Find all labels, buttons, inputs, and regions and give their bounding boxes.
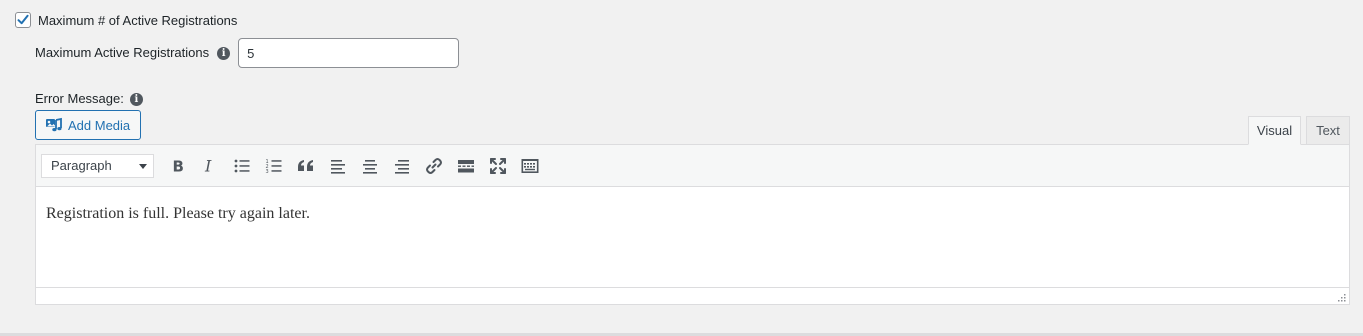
max-active-registrations-checkbox[interactable] [15, 12, 31, 28]
chevron-down-icon [139, 163, 147, 169]
editor-content[interactable]: Registration is full. Please try again l… [36, 187, 1349, 287]
align-center-icon [363, 159, 377, 174]
tab-text[interactable]: Text [1306, 116, 1350, 145]
align-center-button[interactable] [354, 151, 386, 181]
error-message-label-row: Error Message: i [35, 90, 143, 108]
editor-statusbar [36, 287, 1349, 304]
numbered-list-button[interactable]: 1 2 3 [258, 151, 290, 181]
add-media-button[interactable]: Add Media [35, 110, 142, 140]
max-registrations-field-row: Maximum Active Registrations i [35, 38, 460, 68]
format-select-value: Paragraph [51, 158, 112, 173]
checkmark-icon [17, 14, 29, 25]
align-left-button[interactable] [322, 151, 354, 181]
italic-icon: I [204, 156, 212, 175]
editor-toolbar: Paragraph B I 1 2 3 [36, 145, 1349, 187]
link-button[interactable] [418, 151, 450, 181]
svg-text:3: 3 [266, 169, 269, 175]
bullet-list-button[interactable] [226, 151, 258, 181]
toolbar-toggle-icon [521, 158, 539, 173]
read-more-button[interactable] [450, 151, 482, 181]
read-more-icon [458, 159, 474, 172]
tab-visual[interactable]: Visual [1248, 116, 1301, 145]
add-media-label: Add Media [68, 117, 131, 133]
bullet-list-icon [234, 159, 250, 172]
toolbar-toggle-button[interactable] [514, 151, 546, 181]
svg-text:B: B [173, 157, 184, 175]
info-icon[interactable]: i [217, 46, 231, 60]
align-right-button[interactable] [386, 151, 418, 181]
blockquote-button[interactable] [290, 151, 322, 181]
max-active-registrations-option: Maximum # of Active Registrations [15, 9, 237, 31]
italic-button[interactable]: I [194, 151, 226, 181]
fullscreen-icon [490, 157, 506, 174]
align-right-icon [395, 159, 409, 174]
max-registrations-input[interactable] [238, 38, 460, 68]
registration-limit-settings: Maximum # of Active Registrations Maximu… [0, 0, 1363, 336]
resize-handle-icon[interactable] [1337, 293, 1346, 302]
error-message-editor: Paragraph B I 1 2 3 Registration is full… [35, 144, 1350, 305]
bold-button[interactable]: B [162, 151, 194, 181]
numbered-list-icon: 1 2 3 [266, 159, 282, 175]
link-icon [426, 157, 442, 174]
add-media-icon [46, 117, 62, 132]
max-active-registrations-checkbox-label[interactable]: Maximum # of Active Registrations [38, 11, 237, 31]
blockquote-icon [298, 159, 313, 171]
bold-icon: B [173, 157, 184, 175]
error-message-label: Error Message: [35, 91, 124, 106]
fullscreen-button[interactable] [482, 151, 514, 181]
format-select[interactable]: Paragraph [41, 153, 154, 178]
svg-text:I: I [204, 156, 212, 175]
info-icon[interactable]: i [129, 92, 143, 106]
max-registrations-label: Maximum Active Registrations [35, 45, 210, 60]
align-left-icon [331, 159, 345, 174]
